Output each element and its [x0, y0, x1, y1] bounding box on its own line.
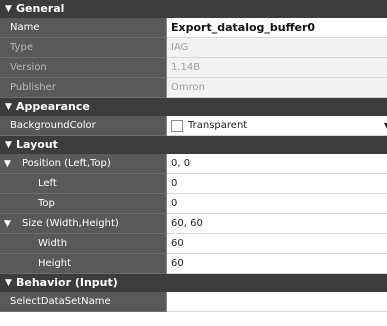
property-label-text: Position (Left,Top): [22, 158, 111, 169]
property-row-height: Height 60: [0, 254, 387, 274]
property-row-size: ▼ Size (Width,Height) 60, 60: [0, 214, 387, 234]
left-field[interactable]: 0: [167, 174, 387, 194]
top-field[interactable]: 0: [167, 194, 387, 214]
type-value: IAG: [167, 38, 387, 58]
property-label: Version: [0, 58, 166, 78]
section-behavior-input[interactable]: ▼ Behavior (Input): [0, 274, 387, 292]
property-label: Type: [0, 38, 166, 58]
section-title: Layout: [16, 138, 58, 151]
property-row-publisher: Publisher Omron: [0, 78, 387, 98]
select-dataset-name-field[interactable]: [167, 292, 387, 312]
section-title: Behavior (Input): [16, 276, 118, 289]
property-label: BackgroundColor: [0, 116, 166, 136]
property-label: Top: [0, 194, 166, 214]
color-value: Transparent: [188, 120, 248, 131]
property-grid: ▼ General Name Export_datalog_buffer0 Ty…: [0, 0, 387, 326]
height-field[interactable]: 60: [167, 254, 387, 274]
size-field[interactable]: 60, 60: [167, 214, 387, 234]
property-row-type: Type IAG: [0, 38, 387, 58]
property-label[interactable]: ▼ Size (Width,Height): [0, 214, 166, 234]
position-field[interactable]: 0, 0: [167, 154, 387, 174]
property-label: Height: [0, 254, 166, 274]
property-label[interactable]: ▼ Position (Left,Top): [0, 154, 166, 174]
expand-arrow-icon[interactable]: ▼: [5, 136, 12, 154]
property-row-top: Top 0: [0, 194, 387, 214]
expand-arrow-icon[interactable]: ▼: [5, 0, 12, 18]
property-label: Left: [0, 174, 166, 194]
property-row-name: Name Export_datalog_buffer0: [0, 18, 387, 38]
section-title: General: [16, 2, 65, 15]
property-row-position: ▼ Position (Left,Top) 0, 0: [0, 154, 387, 174]
property-row-select-dataset-name: SelectDataSetName: [0, 292, 387, 312]
background-color-dropdown[interactable]: Transparent ▼: [167, 116, 387, 136]
property-label: SelectDataSetName: [0, 292, 166, 312]
property-label: Publisher: [0, 78, 166, 98]
section-appearance[interactable]: ▼ Appearance: [0, 98, 387, 116]
expand-arrow-icon[interactable]: ▼: [5, 98, 12, 116]
property-row-left: Left 0: [0, 174, 387, 194]
section-layout[interactable]: ▼ Layout: [0, 136, 387, 154]
name-field[interactable]: Export_datalog_buffer0: [167, 18, 387, 38]
width-field[interactable]: 60: [167, 234, 387, 254]
property-row-width: Width 60: [0, 234, 387, 254]
expand-arrow-icon[interactable]: ▼: [4, 214, 11, 234]
property-row-version: Version 1.14B: [0, 58, 387, 78]
property-label-text: Size (Width,Height): [22, 218, 119, 229]
expand-arrow-icon[interactable]: ▼: [4, 154, 11, 174]
color-swatch-icon: [171, 120, 183, 132]
section-title: Appearance: [16, 100, 90, 113]
section-general[interactable]: ▼ General: [0, 0, 387, 18]
version-value: 1.14B: [167, 58, 387, 78]
property-label: Name: [0, 18, 166, 38]
property-label: Width: [0, 234, 166, 254]
publisher-value: Omron: [167, 78, 387, 98]
expand-arrow-icon[interactable]: ▼: [5, 274, 12, 292]
property-row-background-color: BackgroundColor Transparent ▼: [0, 116, 387, 136]
